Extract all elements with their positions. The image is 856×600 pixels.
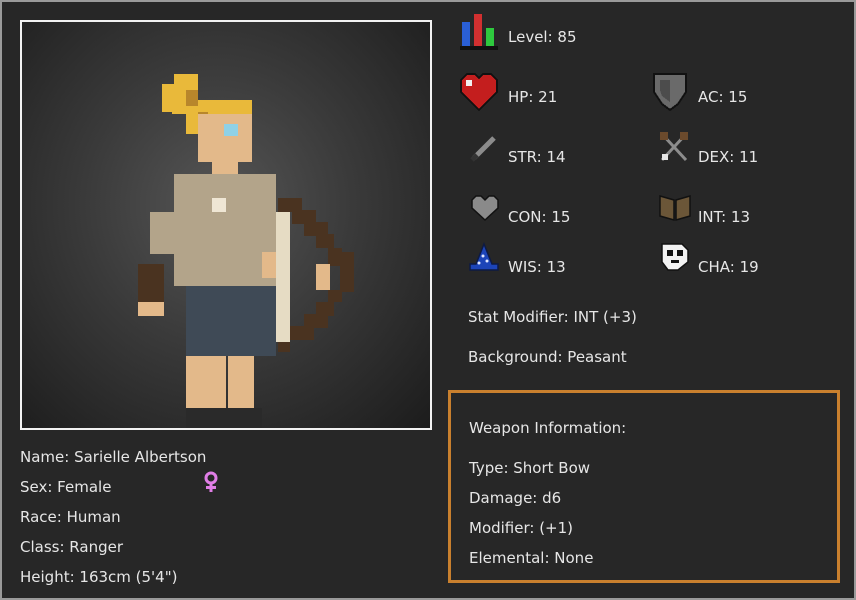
heart-icon [460,73,498,112]
background: Background: Peasant [468,348,627,366]
mask-icon [661,243,689,271]
character-class: Class: Ranger [20,538,123,556]
weapon-information-panel: Weapon Information: Type: Short Bow Dama… [448,390,840,583]
ranger-sprite [138,74,354,428]
character-portrait [20,20,432,430]
character-sheet: Name: Sarielle Albertson Sex: Female Rac… [0,0,856,600]
shield-icon [653,73,687,112]
int-stat: INT: 13 [698,208,751,226]
female-symbol-icon [204,471,218,492]
character-race: Race: Human [20,508,121,526]
weapon-modifier: Modifier: (+1) [469,519,574,537]
character-sex: Sex: Female [20,478,112,496]
stat-modifier: Stat Modifier: INT (+3) [468,308,637,326]
str-stat: STR: 14 [508,148,566,166]
crossed-swords-icon [660,132,688,162]
hp-stat: HP: 21 [508,88,558,106]
level-bars-icon [460,14,498,50]
dex-stat: DEX: 11 [698,148,759,166]
wizard-hat-icon [469,242,499,271]
level-stat: Level: 85 [508,28,577,46]
character-height: Height: 163cm (5'4") [20,568,178,586]
cha-stat: CHA: 19 [698,258,759,276]
wis-stat: WIS: 13 [508,258,566,276]
weapon-type: Type: Short Bow [469,459,591,477]
weapon-damage: Damage: d6 [469,489,562,507]
grey-heart-icon [471,195,499,222]
character-name: Name: Sarielle Albertson [20,448,207,466]
weapon-elemental: Elemental: None [469,549,594,567]
con-stat: CON: 15 [508,208,571,226]
sword-icon [470,136,496,162]
weapon-heading: Weapon Information: [469,419,627,437]
ac-stat: AC: 15 [698,88,748,106]
spellbook-icon [659,195,691,221]
